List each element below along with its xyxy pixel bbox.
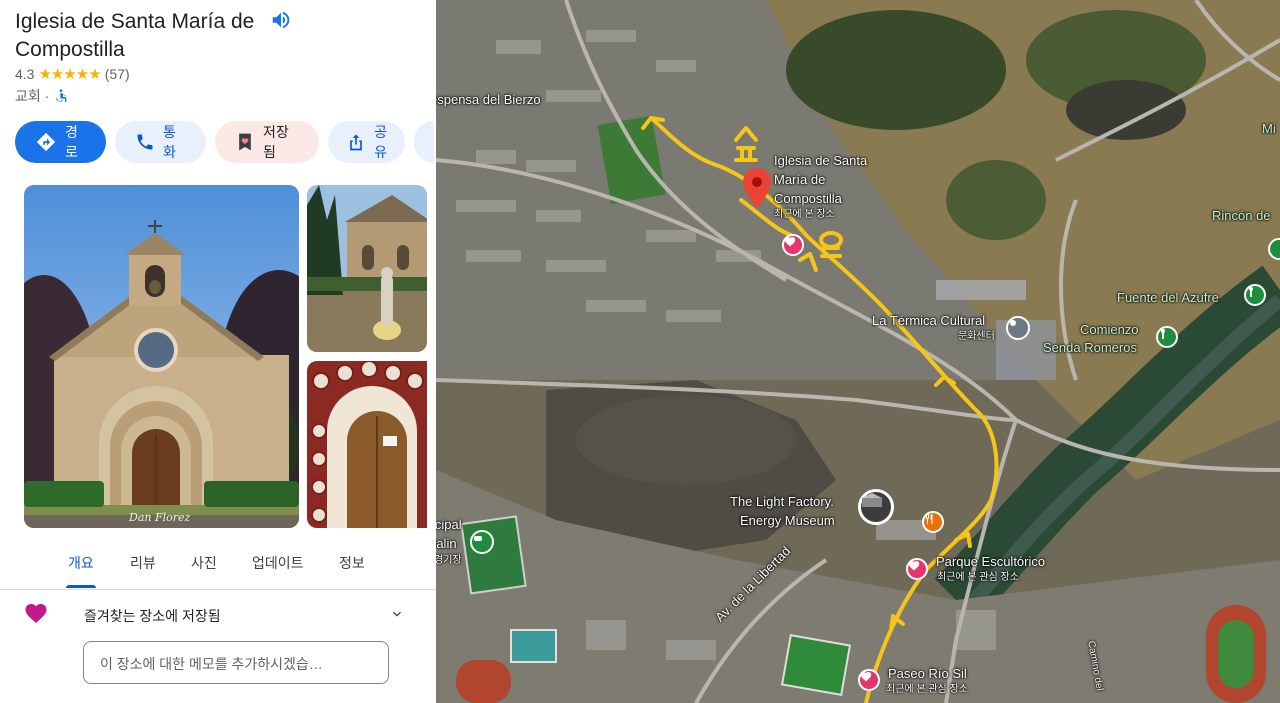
saved-list-text: 즐겨찾는 장소에 저장됨 <box>84 608 221 624</box>
map-label-church-sub: 최근에 본 장소 <box>774 209 835 220</box>
map-label-church-1[interactable]: Iglesia de Santa <box>774 153 867 169</box>
call-button[interactable]: 통화 <box>115 121 206 163</box>
star-rating-icon: ★★★★★ <box>38 66 101 83</box>
paseo-heart-icon[interactable] <box>858 669 880 691</box>
share-button[interactable]: 공유 <box>328 121 405 163</box>
category-row: 교회 · <box>15 86 69 106</box>
map-label-termica-sub: 문화센터 <box>958 331 995 342</box>
door-image <box>307 361 427 528</box>
map-label-parque-sub: 최근에 본 관심 장소 <box>937 572 1019 583</box>
map-label-cipal[interactable]: icipal <box>436 517 462 533</box>
directions-button[interactable]: 경로 <box>15 121 106 163</box>
map-label-termica[interactable]: La Térmica Cultural <box>872 313 985 329</box>
cultural-center-icon[interactable] <box>1006 316 1030 340</box>
review-count[interactable]: (57) <box>105 66 130 82</box>
stadium-icon[interactable] <box>470 530 494 554</box>
active-tab-indicator <box>66 585 96 588</box>
tab-overview[interactable]: 개요 <box>68 553 94 573</box>
note-input[interactable]: 이 장소에 대한 메모를 추가하시겠습… <box>83 641 389 684</box>
fuente-park-icon[interactable] <box>1244 284 1266 306</box>
directions-label: 경로 <box>65 124 78 160</box>
photo-watermark: Dan Florez <box>129 511 191 524</box>
map-label-church-3[interactable]: Compostilla <box>774 191 842 207</box>
map-pin-icon[interactable] <box>742 168 772 208</box>
place-title: Iglesia de Santa María de Compostilla <box>15 10 255 61</box>
map-label-rincon[interactable]: Rincón de <box>1212 208 1271 224</box>
tab-photos[interactable]: 사진 <box>191 553 217 573</box>
parque-heart-icon[interactable] <box>906 558 928 580</box>
main-photo[interactable]: Dan Florez <box>24 185 299 528</box>
place-details-panel: Iglesia de Santa María de Compostilla 4.… <box>0 0 436 703</box>
more-actions-button[interactable] <box>414 121 434 163</box>
saved-heart-bookmark-icon <box>239 133 251 151</box>
map-label-comienzo-1[interactable]: Comienzo <box>1080 322 1139 338</box>
map-label-parque[interactable]: Parque Escultórico <box>936 554 1045 570</box>
map-label-fuente[interactable]: Fuente del Azufre <box>1117 290 1219 306</box>
photo-thumbnail-door[interactable] <box>307 361 427 528</box>
share-label: 공유 <box>374 124 387 160</box>
directions-icon <box>36 132 56 152</box>
saved-list-row[interactable]: 즐겨찾는 장소에 저장됨 <box>0 598 436 630</box>
map-label-ralin[interactable]: ralin <box>436 536 457 552</box>
museum-photo-icon[interactable] <box>858 489 894 525</box>
map-label-despensa[interactable]: espensa del Bierzo <box>436 92 541 108</box>
speaker-icon[interactable] <box>270 9 292 31</box>
church-facade-image <box>24 185 299 528</box>
chevron-down-icon[interactable] <box>388 606 406 622</box>
statue-image <box>307 185 427 352</box>
park-icon[interactable] <box>1156 326 1178 348</box>
map-label-light-1[interactable]: The Light Factory. <box>730 494 834 510</box>
map-label-paseo[interactable]: Paseo Río Sil <box>888 666 967 682</box>
rating-value: 4.3 <box>15 66 35 82</box>
call-label: 통화 <box>163 124 176 160</box>
map-label-light-2[interactable]: Energy Museum <box>740 513 835 529</box>
satellite-map[interactable]: espensa del Bierzo Iglesia de Santa Marí… <box>436 0 1280 703</box>
tab-about[interactable]: 정보 <box>339 553 365 573</box>
action-buttons: 경로 통화 저장됨 공유 <box>15 121 434 163</box>
saved-place-heart-icon[interactable] <box>782 234 804 256</box>
phone-icon <box>137 134 153 150</box>
map-label-church-2[interactable]: María de <box>774 172 825 188</box>
map-label-paseo-sub: 최근에 본 관심 장소 <box>886 684 968 695</box>
tab-reviews[interactable]: 리뷰 <box>130 553 156 573</box>
place-category: 교회 · <box>15 88 50 104</box>
map-label-mi[interactable]: Mi <box>1262 121 1276 137</box>
map-imagery <box>436 0 1280 703</box>
map-label-ralin-sub: 경기장 <box>436 555 462 566</box>
heart-icon <box>25 604 47 623</box>
share-icon <box>350 134 362 151</box>
wheelchair-accessible-icon[interactable] <box>53 88 69 104</box>
restaurant-icon[interactable] <box>922 511 944 533</box>
photo-thumbnail-statue[interactable] <box>307 185 427 352</box>
saved-label: 저장됨 <box>263 124 289 160</box>
saved-button[interactable]: 저장됨 <box>215 121 319 163</box>
rating-row[interactable]: 4.3 ★★★★★ (57) <box>15 65 130 83</box>
place-tabs: 개요 리뷰 사진 업데이트 정보 <box>0 547 436 590</box>
map-label-comienzo-2[interactable]: Senda Romeros <box>1043 340 1137 356</box>
tab-updates[interactable]: 업데이트 <box>252 553 304 573</box>
